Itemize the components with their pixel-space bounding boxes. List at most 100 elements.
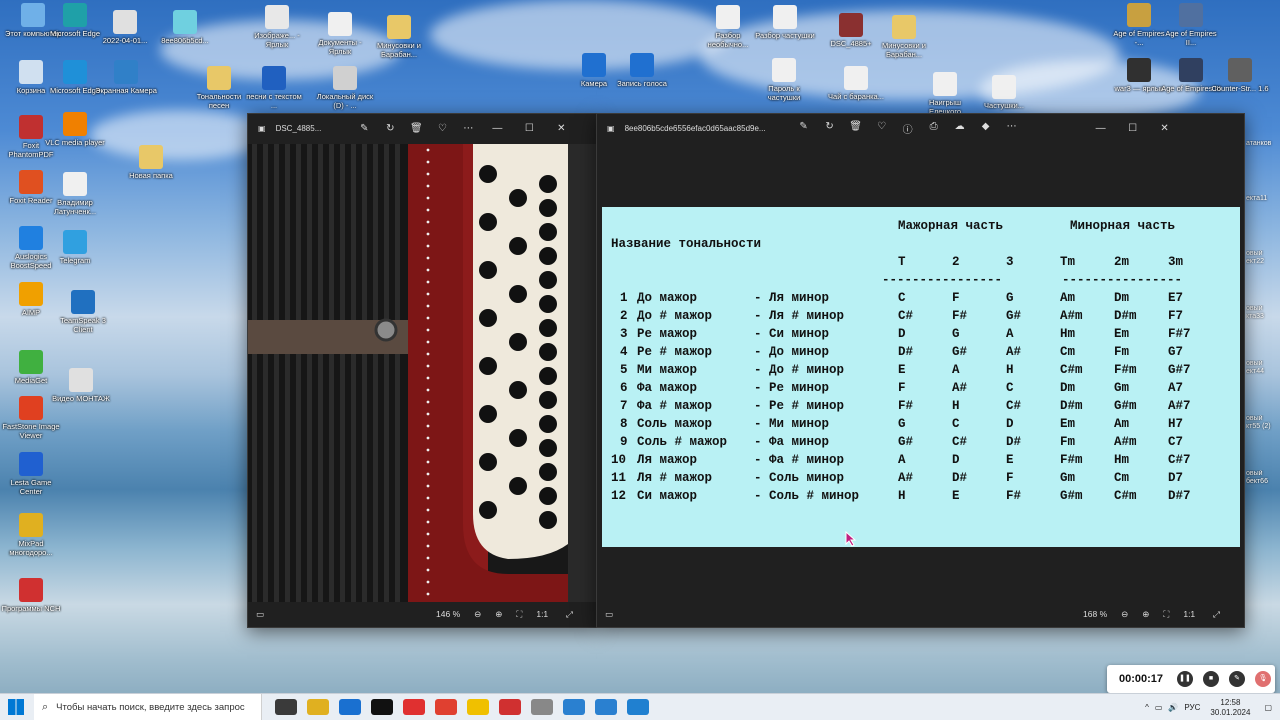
actual-size-icon[interactable]: 1:1 <box>536 609 548 619</box>
decor-dot <box>426 184 430 188</box>
stop-button[interactable]: ■ <box>1203 671 1220 687</box>
desktop-icon[interactable]: песни с текстом ... <box>243 66 305 110</box>
microphone-icon[interactable]: 🎙 <box>1255 671 1272 687</box>
desktop-icon[interactable]: Локальный диск (D) - ... <box>314 66 376 110</box>
chrome-icon[interactable] <box>307 699 329 715</box>
edge-icon-label[interactable]: атанков <box>1246 140 1280 148</box>
more-icon[interactable]: ⋯ <box>999 121 1025 136</box>
shortcut-icon <box>328 12 352 36</box>
fullscreen-icon[interactable]: ⤢ <box>566 609 573 620</box>
desktop-icon[interactable]: Age of Empires II... <box>1160 3 1222 47</box>
edge-icon-label[interactable]: овый ект44 <box>1246 360 1280 376</box>
edge-icon-label[interactable]: овый бект66 <box>1246 470 1280 486</box>
desktop-icon[interactable]: Тональности песен <box>188 66 250 110</box>
maximize-button[interactable]: ☐ <box>1117 123 1149 134</box>
desktop-icon[interactable]: Чай с баранка... <box>825 66 887 101</box>
fit-icon[interactable]: ⛶ <box>1163 609 1169 620</box>
maximize-button[interactable]: ☐ <box>513 123 545 134</box>
clipchamp-icon[interactable]: ◆ <box>973 121 999 136</box>
desktop-icon[interactable]: Минусовки и Барабан... <box>368 15 430 59</box>
edge-icon-label[interactable]: овый кта33 <box>1246 305 1280 321</box>
zoom-in-icon[interactable]: ⊕ <box>495 609 502 620</box>
media-player-icon[interactable] <box>339 699 361 715</box>
favorite-icon[interactable]: ♡ <box>869 121 895 136</box>
yandex-music-icon[interactable] <box>467 699 489 715</box>
pen-icon[interactable] <box>627 699 649 715</box>
zoom-out-icon[interactable]: ⊖ <box>1121 609 1128 620</box>
delete-icon[interactable]: 🗑 <box>403 123 429 134</box>
desktop-icon[interactable]: Разбор необычно... <box>697 5 759 49</box>
desktop-icon[interactable]: Владимир Латунченк... <box>44 172 106 216</box>
desktop-icon[interactable]: Запись голоса <box>611 53 673 88</box>
desktop-icon[interactable]: Программы NCH <box>0 578 62 613</box>
desktop-icon[interactable]: Наигрыш Елецкого <box>914 72 976 116</box>
edge-icon-label[interactable]: овый ект22 <box>1246 250 1280 266</box>
minimize-button[interactable]: — <box>1085 123 1117 134</box>
desktop-icon[interactable]: Новая папка <box>120 145 182 180</box>
title-bar-right[interactable]: ▣ 8ee806b5cde6556efac0d65aac85d9e... ✎ ↻ 🗑… <box>597 114 1244 142</box>
desktop-icon[interactable]: 2022-04-01... <box>94 10 156 45</box>
desktop-icon[interactable]: Lesta Game Center <box>0 452 62 496</box>
rotate-icon[interactable]: ↻ <box>817 121 843 136</box>
yandex-alt-icon[interactable] <box>499 699 521 715</box>
obs-icon[interactable] <box>275 699 297 715</box>
chevron-up-icon[interactable]: ^ <box>1145 703 1149 712</box>
volume-icon[interactable]: 🔊 <box>1168 703 1178 712</box>
network-icon[interactable]: ▭ <box>1155 703 1163 712</box>
notification-icon[interactable]: ▢ <box>1264 703 1272 712</box>
start-button[interactable] <box>8 699 24 715</box>
desktop-icon[interactable]: Изображе... - Ярлык <box>246 5 308 49</box>
screen-icon[interactable] <box>563 699 585 715</box>
language-indicator[interactable]: РУС <box>1184 703 1200 712</box>
desktop-icon[interactable]: Telegram <box>44 230 106 265</box>
pause-button[interactable]: ❚❚ <box>1177 671 1194 687</box>
fullscreen-icon[interactable]: ⤢ <box>1213 609 1220 620</box>
yandex-browser-icon[interactable] <box>403 699 425 715</box>
yandex-icon[interactable] <box>435 699 457 715</box>
edge-icon-label[interactable]: екта11 <box>1246 195 1280 203</box>
screen-recorder-panel[interactable]: 00:00:17 ❚❚ ■ ✎ 🎙 <box>1107 665 1275 693</box>
desktop-icon[interactable]: Пароль к частушки <box>753 58 815 102</box>
desktop-icon[interactable]: FastStone Image Viewer <box>0 396 62 440</box>
desktop-icon[interactable]: 8ee806b5cd... <box>154 10 216 45</box>
onedrive-icon[interactable]: ☁ <box>947 121 973 136</box>
rotate-icon[interactable]: ↻ <box>377 123 403 134</box>
edit-icon[interactable]: ✎ <box>791 121 817 136</box>
desktop-icon[interactable]: Минусовки и Барабан... <box>873 15 935 59</box>
title-bar-left[interactable]: ▣ DSC_4885... ✎ ↻ 🗑 ♡ ⋯ — ☐ ✕ <box>248 114 596 142</box>
settings-icon[interactable] <box>531 699 553 715</box>
black-app-icon[interactable] <box>371 699 393 715</box>
close-button[interactable]: ✕ <box>1149 123 1181 134</box>
actual-size-icon[interactable]: 1:1 <box>1183 609 1195 619</box>
filmstrip-icon[interactable]: ▭ <box>605 609 613 620</box>
delete-icon[interactable]: 🗑 <box>843 121 869 136</box>
draw-button[interactable]: ✎ <box>1229 671 1246 687</box>
more-icon[interactable]: ⋯ <box>455 123 481 134</box>
minor-key-name: - Ля минор <box>754 291 830 305</box>
desktop-icon[interactable]: Частушки... <box>973 75 1035 110</box>
desktop-icon[interactable]: TeamSpeak 3 Client <box>52 290 114 334</box>
chord-cell: Em <box>1060 417 1076 431</box>
photos-icon[interactable] <box>595 699 617 715</box>
desktop-icon[interactable]: Экранная Камера <box>95 60 157 95</box>
photo-viewer-window-left[interactable]: ▣ DSC_4885... ✎ ↻ 🗑 ♡ ⋯ — ☐ ✕ ▭ 146 % ⊖ ⊕ ⛶ … <box>247 113 597 628</box>
desktop-icon[interactable]: Документы - Ярлык <box>309 12 371 56</box>
print-icon[interactable]: ⎙ <box>921 121 947 136</box>
filmstrip-icon[interactable]: ▭ <box>256 609 264 620</box>
edit-icon[interactable]: ✎ <box>351 123 377 134</box>
desktop-icon[interactable]: MixPad многодоро... <box>0 513 62 557</box>
minimize-button[interactable]: — <box>481 123 513 134</box>
edge-icon-label[interactable]: овый кт55 (2) <box>1246 415 1280 431</box>
clock[interactable]: 12:58 30.01.2024 <box>1210 698 1250 718</box>
zoom-in-icon[interactable]: ⊕ <box>1142 609 1149 620</box>
close-button[interactable]: ✕ <box>545 123 577 134</box>
photo-viewer-window-right[interactable]: ▣ 8ee806b5cde6556efac0d65aac85d9e... ✎ ↻ 🗑… <box>596 113 1245 628</box>
desktop-icon[interactable]: Counter-Str... 1.6 <box>1209 58 1271 93</box>
desktop-icon[interactable]: Разбор частушки <box>754 5 816 40</box>
info-icon[interactable]: ⓘ <box>895 121 921 136</box>
fit-icon[interactable]: ⛶ <box>516 609 522 620</box>
zoom-out-icon[interactable]: ⊖ <box>474 609 481 620</box>
desktop-icon[interactable]: VLC media player <box>44 112 106 147</box>
search-box[interactable]: ⌕ Чтобы начать поиск, введите здесь запр… <box>34 693 262 720</box>
favorite-icon[interactable]: ♡ <box>429 123 455 134</box>
